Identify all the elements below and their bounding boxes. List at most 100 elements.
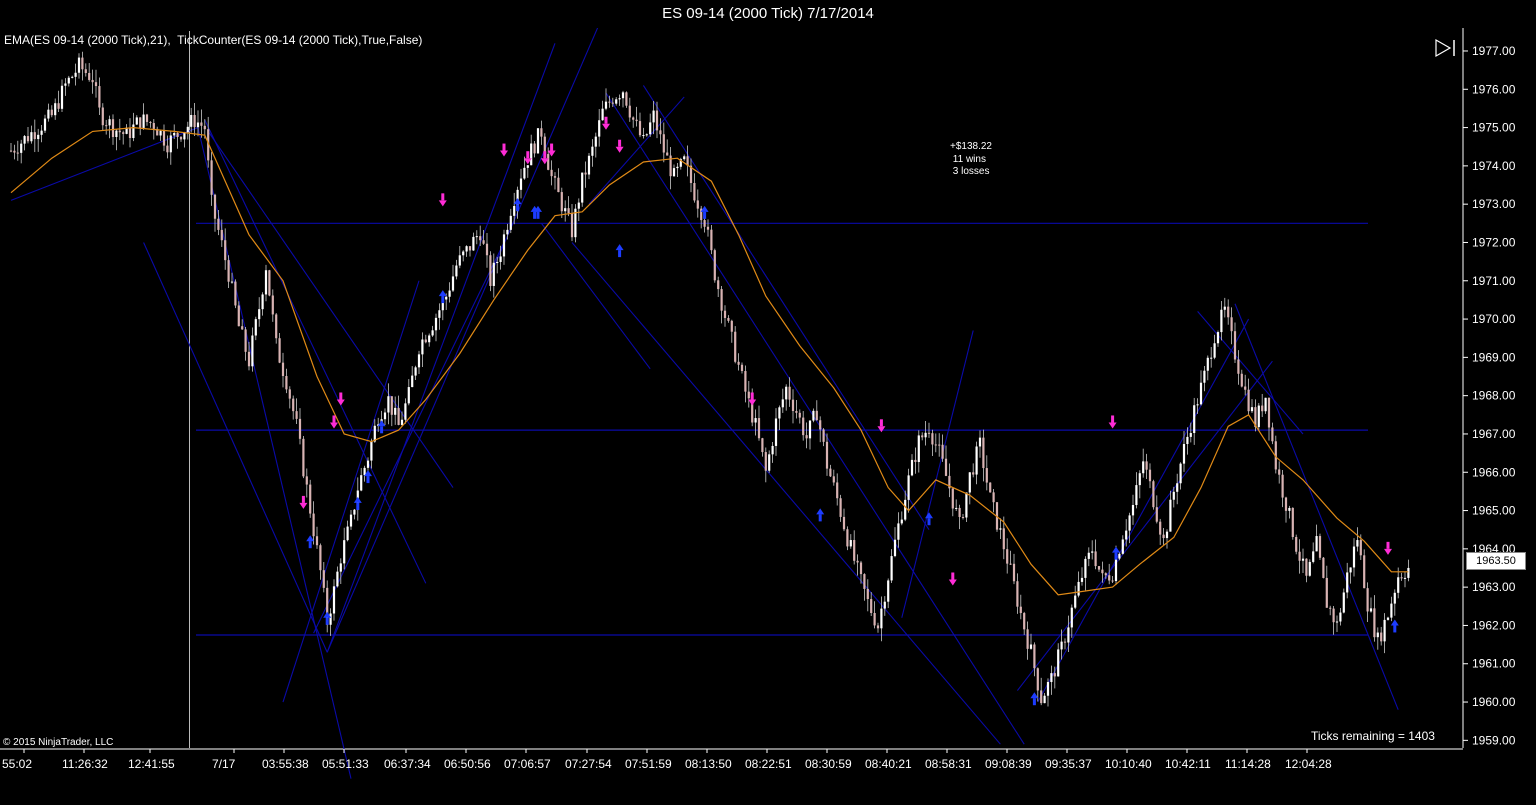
candle <box>1281 470 1284 508</box>
candle <box>74 63 77 86</box>
sell-arrow-head <box>1108 422 1117 429</box>
candle-body <box>428 335 431 343</box>
candle <box>23 135 26 151</box>
candle <box>972 463 975 478</box>
candle-body <box>1040 690 1043 704</box>
candle-body <box>407 387 410 404</box>
sell-arrow-shaft <box>1111 415 1115 423</box>
candle-body <box>829 468 832 477</box>
candle <box>1063 638 1067 650</box>
play-next-button[interactable] <box>1433 36 1459 60</box>
trendline-7 <box>204 119 427 584</box>
candle <box>60 79 64 112</box>
candle <box>1223 297 1226 318</box>
candle <box>346 520 349 542</box>
candle <box>924 421 927 446</box>
candle-body <box>672 168 676 177</box>
candle <box>271 289 274 322</box>
candle-body <box>822 429 825 442</box>
candle-body <box>118 130 121 133</box>
candle-body <box>934 444 937 446</box>
candle <box>1267 397 1271 441</box>
candle-body <box>196 122 200 128</box>
y-tick-label: 1960.00 <box>1472 695 1516 709</box>
candle-body <box>666 152 669 156</box>
candle <box>615 97 618 106</box>
candle <box>40 125 43 143</box>
candle <box>1179 462 1182 490</box>
candle-body <box>836 482 839 499</box>
candle-body <box>968 472 971 493</box>
candle <box>47 103 50 122</box>
candle <box>961 514 965 520</box>
buy-arrow-head <box>1112 546 1120 553</box>
candle <box>662 122 665 163</box>
candle-body <box>604 101 608 109</box>
sell-arrow-shaft <box>502 143 506 151</box>
price-axis[interactable]: 1977.00 1976.00 1975.00 1974.00 1973.00 1972.… <box>1463 44 1516 747</box>
candle-body <box>468 246 472 251</box>
candle <box>1352 538 1356 577</box>
candle-body <box>693 183 696 201</box>
candle <box>710 224 713 255</box>
candle <box>1087 547 1090 567</box>
candle-body <box>1125 530 1128 540</box>
candle-body <box>890 556 893 581</box>
trendlines <box>10 23 1399 779</box>
y-tick-label: 1975.00 <box>1472 121 1516 135</box>
candle-body <box>1182 444 1186 464</box>
candle <box>479 225 482 246</box>
candle-body <box>135 117 138 125</box>
candle-body <box>1108 575 1111 581</box>
candle-body <box>1176 483 1179 492</box>
candle-body <box>638 121 642 136</box>
candle <box>1403 571 1407 588</box>
candle <box>581 172 584 207</box>
candle-body <box>832 476 835 483</box>
candle-body <box>1084 558 1087 578</box>
time-axis[interactable]: 55:02 11:26:32 12:41:55 7/17 03:55:38 05:51:3… <box>2 749 1332 771</box>
candle <box>533 141 536 158</box>
candle <box>982 429 985 482</box>
y-tick-label: 1970.00 <box>1472 312 1516 326</box>
candle <box>108 115 111 139</box>
candle <box>288 386 291 409</box>
candle <box>1155 495 1158 524</box>
buy-arrow <box>615 244 624 258</box>
candle-body <box>941 444 944 459</box>
candle-body <box>472 236 475 251</box>
candle-body <box>958 507 961 517</box>
candle <box>873 601 876 629</box>
chart-frame <box>0 28 1464 750</box>
candle-body <box>1009 563 1012 565</box>
candle-body <box>591 146 594 156</box>
candle-body <box>764 452 767 471</box>
candle-body <box>115 130 118 138</box>
buy-arrow <box>438 290 447 304</box>
candle-body <box>244 329 247 352</box>
candle <box>16 140 19 161</box>
candle-body <box>1380 632 1383 642</box>
candle <box>584 161 587 188</box>
candle-body <box>625 92 628 106</box>
candle-body <box>662 134 665 153</box>
candle <box>176 131 179 149</box>
candle <box>13 144 16 160</box>
trendline-11 <box>571 242 1001 745</box>
candle-body <box>1349 567 1352 573</box>
candle-body <box>1271 427 1274 442</box>
candle <box>1373 595 1376 642</box>
candle-body <box>536 128 540 154</box>
candle-body <box>339 563 342 572</box>
candle-body <box>1230 317 1233 332</box>
candle-body <box>105 125 108 127</box>
candle <box>472 232 475 251</box>
candle-body <box>122 132 125 134</box>
candle-body <box>329 613 332 625</box>
candle <box>1295 534 1298 555</box>
sell-arrow <box>500 143 508 157</box>
x-tick-label: 07:27:54 <box>565 757 612 771</box>
candle-body <box>23 136 26 144</box>
candle <box>676 163 679 178</box>
candle <box>336 566 339 588</box>
